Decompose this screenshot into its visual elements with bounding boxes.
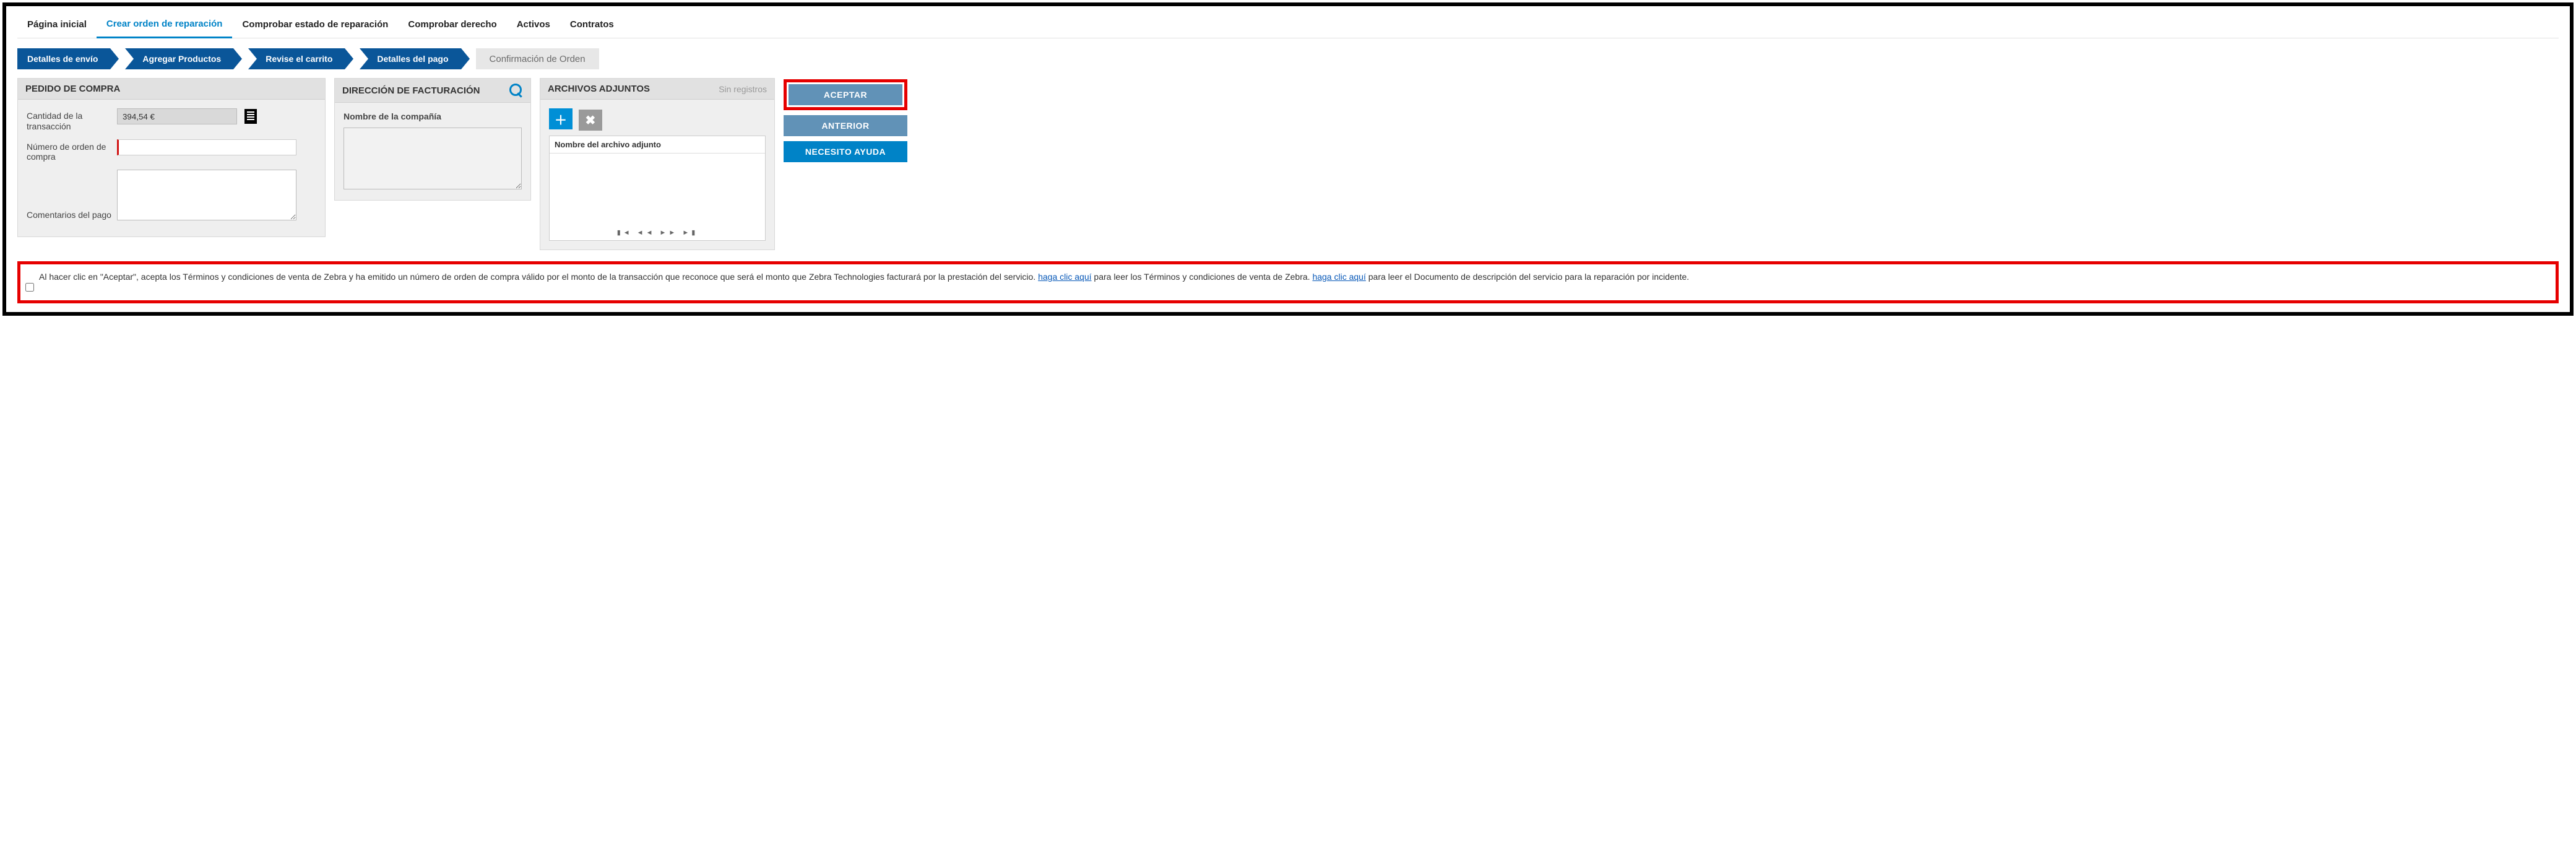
terms-link-1[interactable]: haga clic aquí — [1038, 272, 1091, 282]
no-records-label: Sin registros — [719, 84, 767, 94]
company-name-label: Nombre de la compañía — [344, 111, 522, 121]
billing-title: DIRECCIÓN DE FACTURACIÓN — [342, 85, 480, 96]
add-attachment-button[interactable]: ＋ — [549, 108, 573, 129]
terms-part3: para leer el Documento de descripción de… — [1368, 272, 1689, 282]
attachments-pager[interactable]: ▮◄ ◄◄ ►► ►▮ — [550, 225, 765, 240]
previous-button[interactable]: ANTERIOR — [784, 115, 907, 136]
step-add-products[interactable]: Agregar Productos — [125, 48, 233, 69]
search-icon[interactable] — [509, 84, 523, 97]
attachment-column-header: Nombre del archivo adjunto — [550, 136, 765, 154]
attachments-title: ARCHIVOS ADJUNTOS — [548, 84, 650, 94]
attachments-empty-body — [550, 154, 765, 225]
attachments-list: Nombre del archivo adjunto ▮◄ ◄◄ ►► ►▮ — [549, 136, 766, 241]
top-nav: Página inicial Crear orden de reparación… — [17, 11, 2559, 38]
billing-address-card: DIRECCIÓN DE FACTURACIÓN Nombre de la co… — [334, 78, 531, 201]
nav-entitlement[interactable]: Comprobar derecho — [398, 12, 506, 37]
attachments-card: ARCHIVOS ADJUNTOS Sin registros ＋ ✖ Nomb… — [540, 78, 775, 250]
accept-highlight: ACEPTAR — [784, 79, 907, 110]
app-frame: Página inicial Crear orden de reparación… — [2, 2, 2574, 316]
nav-contracts[interactable]: Contratos — [560, 12, 624, 37]
amount-label: Cantidad de la transacción — [27, 108, 117, 132]
comments-label: Comentarios del pago — [27, 207, 117, 220]
purchase-order-card: PEDIDO DE COMPRA Cantidad de la transacc… — [17, 78, 326, 237]
nav-repair-status[interactable]: Comprobar estado de reparación — [232, 12, 398, 37]
step-confirmation: Confirmación de Orden — [476, 48, 599, 69]
terms-link-2[interactable]: haga clic aquí — [1312, 272, 1365, 282]
step-shipping[interactable]: Detalles de envío — [17, 48, 110, 69]
nav-assets[interactable]: Activos — [507, 12, 560, 37]
step-payment[interactable]: Detalles del pago — [360, 48, 460, 69]
action-sidebar: ACEPTAR ANTERIOR NECESITO AYUDA — [784, 78, 907, 162]
terms-box: Al hacer clic en "Aceptar", acepta los T… — [17, 261, 2559, 303]
po-number-field[interactable] — [117, 139, 296, 155]
amount-field — [117, 108, 237, 124]
step-review-cart[interactable]: Revise el carrito — [248, 48, 345, 69]
progress-steps: Detalles de envío Agregar Productos Revi… — [17, 48, 2559, 69]
comments-field[interactable] — [117, 170, 296, 220]
remove-attachment-button[interactable]: ✖ — [579, 110, 602, 131]
terms-text: Al hacer clic en "Aceptar", acepta los T… — [39, 271, 1689, 284]
nav-home[interactable]: Página inicial — [17, 12, 97, 37]
po-number-label: Número de orden de compra — [27, 139, 117, 163]
terms-checkbox[interactable] — [25, 283, 34, 292]
purchase-order-title: PEDIDO DE COMPRA — [18, 79, 325, 100]
help-button[interactable]: NECESITO AYUDA — [784, 141, 907, 162]
accept-button[interactable]: ACEPTAR — [789, 84, 902, 105]
terms-part1: Al hacer clic en "Aceptar", acepta los T… — [39, 272, 1038, 282]
main-content: PEDIDO DE COMPRA Cantidad de la transacc… — [17, 78, 2559, 250]
terms-part2: para leer los Términos y condiciones de … — [1094, 272, 1312, 282]
nav-create-order[interactable]: Crear orden de reparación — [97, 11, 233, 38]
billing-address-field[interactable] — [344, 128, 522, 189]
document-icon[interactable] — [244, 109, 257, 124]
